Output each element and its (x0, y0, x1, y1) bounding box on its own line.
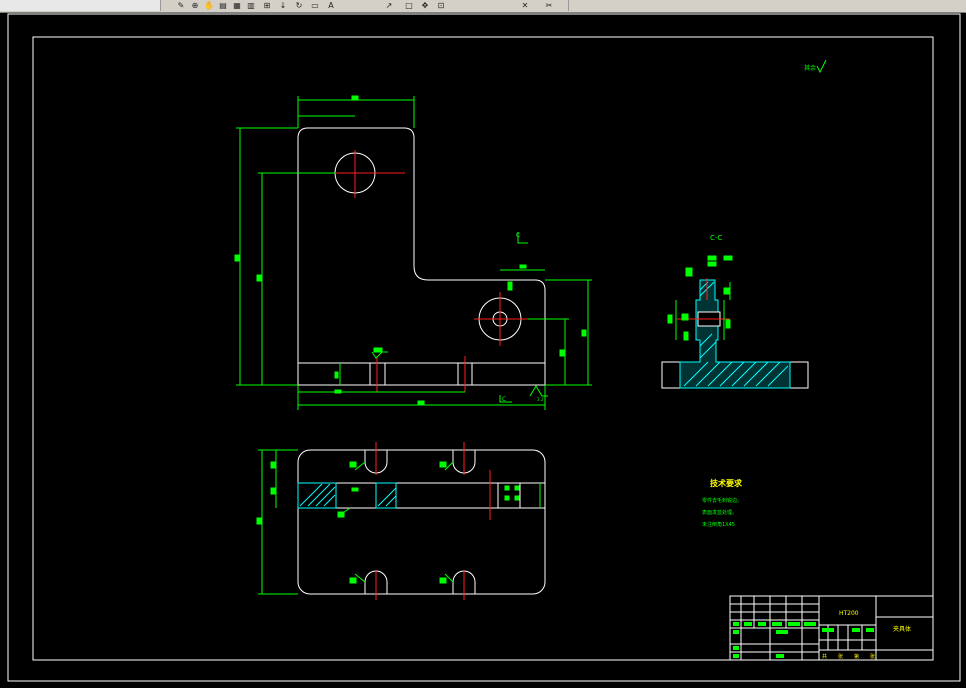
command-field[interactable] (0, 0, 161, 11)
surface-note: 其余 (804, 64, 816, 72)
toolbar-empty (568, 0, 966, 11)
block-icon[interactable]: ⊞ (262, 1, 272, 11)
drawing-canvas[interactable]: C-C C C 3.2 其余 技术要求 零件去毛刺锐边。 表面发蓝处理。 未注倒… (0, 13, 966, 684)
title-block-sheet-4: 张 (870, 653, 875, 660)
cross-icon[interactable]: ✕ (520, 1, 530, 11)
toolbar: ✎ ⊕ ✋ ▤ ▦ ▥ ⊞ ↓ ↻ ▭ A ↗ □ ✥ ⊡ ✕ ✂ (0, 0, 966, 13)
rect-icon[interactable]: □ (404, 1, 414, 11)
section-marker-top: C (516, 232, 520, 239)
draw-icon[interactable]: ✎ (176, 1, 186, 11)
title-block-drawing-name: 夹具体 (893, 625, 911, 633)
top-hatch (297, 482, 397, 509)
section-label: C-C (710, 234, 722, 242)
props-icon[interactable]: ▦ (232, 1, 242, 11)
front-view (297, 127, 546, 386)
match-icon[interactable]: ▥ (246, 1, 256, 11)
title-block-material: HT200 (839, 610, 859, 617)
front-centerlines (330, 150, 528, 392)
text-icon[interactable]: A (326, 1, 336, 11)
refresh-icon[interactable]: ↻ (294, 1, 304, 11)
cad-drawing: C-C C C 3.2 其余 技术要求 零件去毛刺锐边。 表面发蓝处理。 未注倒… (7, 13, 961, 682)
layer-icon[interactable]: ▤ (218, 1, 228, 11)
tech-requirements-line-3: 未注倒角1X45 (702, 521, 735, 528)
arrow-icon[interactable]: ↓ (278, 1, 288, 11)
erase-icon[interactable]: ✂ (544, 1, 554, 11)
top-view (297, 449, 546, 595)
tech-requirements-line-1: 零件去毛刺锐边。 (702, 497, 742, 504)
cursor-icon[interactable]: ↗ (384, 1, 394, 11)
window-icon[interactable]: ▭ (310, 1, 320, 11)
pan-icon[interactable]: ✋ (204, 1, 214, 11)
tech-requirements-title: 技术要求 (710, 478, 743, 488)
zoom-icon[interactable]: ⊕ (190, 1, 200, 11)
title-block-sheet-1: 共 (822, 653, 827, 660)
title-block-sheet-3: 第 (854, 653, 859, 660)
roughness-value: 3.2 (537, 397, 544, 402)
drawing-frame (32, 36, 934, 661)
top-dimensions (256, 449, 541, 595)
title-block-sheet-2: 张 (838, 653, 843, 660)
roughness-icon (816, 59, 827, 74)
section-marker-bottom: C (502, 396, 506, 403)
outer-border (7, 13, 961, 682)
tech-requirements-line-2: 表面发蓝处理。 (702, 509, 737, 516)
snap-icon[interactable]: ⊡ (436, 1, 446, 11)
tech-requirements: 技术要求 零件去毛刺锐边。 表面发蓝处理。 未注倒角1X45 (702, 478, 743, 528)
move-icon[interactable]: ✥ (420, 1, 430, 11)
